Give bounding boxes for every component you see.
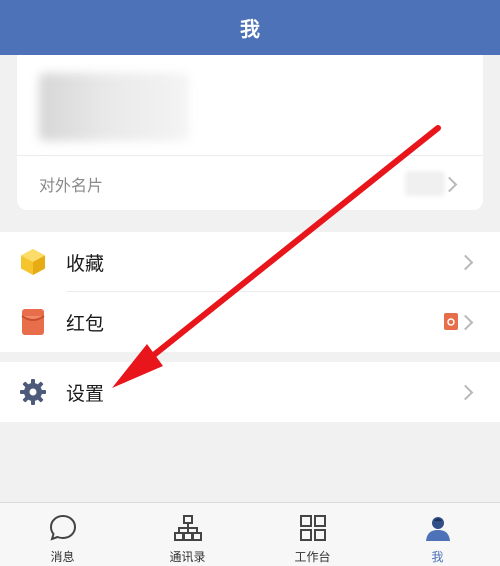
settings-label: 设置: [66, 382, 105, 405]
tab-label: 工作台: [294, 550, 331, 564]
grid-icon: [300, 515, 326, 541]
chevron-right-icon: [457, 314, 474, 331]
chevron-right-icon: [457, 254, 474, 271]
org-chart-icon: [174, 515, 202, 541]
tab-me[interactable]: 我: [375, 503, 500, 566]
top-bar: 我: [0, 0, 500, 55]
red-packet-badge-icon: [444, 313, 458, 330]
tab-label: 消息: [50, 550, 75, 564]
external-card-label: 对外名片: [39, 175, 104, 195]
profile-card[interactable]: 对外名片: [17, 55, 483, 210]
menu-section-1: 收藏 红包: [0, 232, 500, 352]
chat-bubble-icon: [49, 514, 77, 541]
red-envelope-icon: [21, 309, 45, 335]
blurred-profile-info: [39, 73, 189, 141]
blurred-qr-preview: [405, 171, 445, 196]
bottom-tab-bar: 消息 通讯录 工作台 我: [0, 502, 500, 566]
red-packet-row[interactable]: 红包: [0, 292, 500, 352]
gear-icon: [20, 379, 46, 405]
tab-label: 通讯录: [169, 550, 206, 564]
tab-messages[interactable]: 消息: [0, 503, 125, 566]
tab-workbench[interactable]: 工作台: [250, 503, 375, 566]
external-business-card-row[interactable]: 对外名片: [17, 155, 483, 211]
user-avatar-icon: [426, 517, 450, 541]
cube-icon: [21, 249, 45, 275]
settings-row[interactable]: 设置: [0, 362, 500, 422]
favorites-row[interactable]: 收藏: [0, 232, 500, 292]
page-title: 我: [240, 17, 260, 41]
tab-label: 我: [431, 550, 444, 564]
tab-contacts[interactable]: 通讯录: [125, 503, 250, 566]
favorites-label: 收藏: [66, 252, 105, 275]
chevron-right-icon: [457, 384, 474, 401]
red-packet-label: 红包: [66, 312, 105, 335]
menu-section-2: 设置: [0, 362, 500, 422]
